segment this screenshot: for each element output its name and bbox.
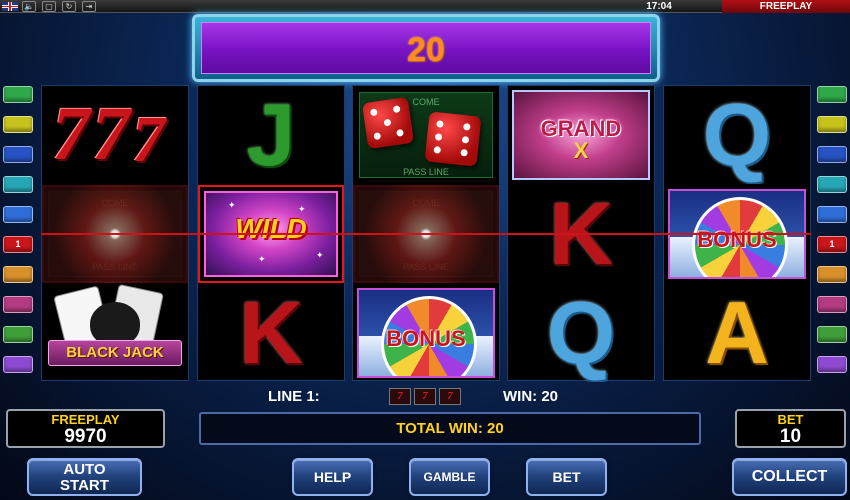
bonus-label: BONUS — [697, 227, 777, 252]
status-bar: 🔈 ▢ ↻ ⇥ 17:04 FREEPLAY — [0, 0, 850, 13]
left-line-indicator-1[interactable] — [3, 86, 33, 103]
wild-label: WILD — [235, 213, 307, 244]
gamble-button[interactable]: GAMBLE — [409, 458, 490, 496]
symbol-dice: COME PASS LINE — [353, 86, 499, 184]
win-display-frame: 20 — [192, 14, 660, 82]
exit-icon[interactable]: ⇥ — [82, 1, 96, 12]
right-line-indicator-6[interactable]: 1 — [817, 236, 847, 253]
symbol-j: J — [246, 86, 296, 184]
total-win-bar: TOTAL WIN: 20 — [199, 412, 701, 445]
left-line-indicator-6[interactable]: 1 — [3, 236, 33, 253]
seven-icon: 7 — [92, 92, 130, 176]
symbol-blackjack: BLACK JACK — [42, 284, 188, 382]
symbol-a: A — [705, 284, 769, 382]
auto-start-button[interactable]: AUTO START — [27, 458, 142, 496]
line-win-label: WIN: 20 — [503, 388, 559, 405]
right-line-indicator-2[interactable] — [817, 116, 847, 133]
die-icon — [362, 97, 414, 149]
left-line-indicator-8[interactable] — [3, 296, 33, 313]
bet-panel: BET 10 — [735, 409, 846, 448]
payline-1 — [41, 233, 811, 235]
clock: 17:04 — [646, 1, 672, 12]
credit-value: 9970 — [64, 426, 107, 447]
symbol-grand-x: GRAND X — [508, 86, 654, 184]
line-number-label: LINE 1: — [268, 388, 320, 405]
symbol-q: Q — [702, 86, 772, 184]
right-line-indicator-8[interactable] — [817, 296, 847, 313]
auto-start-label-line1: AUTO — [63, 461, 106, 478]
left-line-indicator-4[interactable] — [3, 176, 33, 193]
left-line-indicator-9[interactable] — [3, 326, 33, 343]
seven-icon: 7 — [132, 103, 165, 176]
collect-button[interactable]: COLLECT — [732, 458, 847, 496]
right-line-indicator-9[interactable] — [817, 326, 847, 343]
bet-label: BET — [777, 412, 804, 427]
speaker-icon[interactable]: 🔈 — [22, 1, 36, 12]
mode-badge: FREEPLAY — [722, 0, 850, 13]
bet-value: 10 — [779, 426, 802, 447]
credit-label: FREEPLAY — [51, 412, 120, 427]
bonus-label: BONUS — [386, 326, 466, 351]
help-button[interactable]: HELP — [292, 458, 373, 496]
win-display-value: 20 — [201, 22, 651, 74]
fullscreen-icon[interactable]: ▢ — [42, 1, 56, 12]
mini-seven-icon: 7 — [389, 388, 411, 405]
slot-game: 🔈 ▢ ↻ ⇥ 17:04 FREEPLAY 20 1 1 7 7 7 COME… — [0, 0, 850, 500]
right-line-indicator-10[interactable] — [817, 356, 847, 373]
bet-button[interactable]: BET — [526, 458, 607, 496]
right-line-indicator-4[interactable] — [817, 176, 847, 193]
seven-icon: 7 — [52, 92, 90, 176]
symbol-k: K — [239, 284, 303, 382]
left-line-indicator-7[interactable] — [3, 266, 33, 283]
right-line-indicator-3[interactable] — [817, 146, 847, 163]
credit-panel: FREEPLAY 9970 — [6, 409, 165, 448]
right-line-indicator-1[interactable] — [817, 86, 847, 103]
left-line-indicator-2[interactable] — [3, 116, 33, 133]
auto-start-label-line2: START — [60, 477, 109, 494]
left-line-indicator-3[interactable] — [3, 146, 33, 163]
grand-x-letter: X — [573, 138, 589, 163]
die-icon — [424, 111, 482, 167]
mini-seven-icon: 7 — [439, 388, 461, 405]
refresh-icon[interactable]: ↻ — [62, 1, 76, 12]
left-line-indicator-5[interactable] — [3, 206, 33, 223]
symbol-bonus: BONUS — [353, 284, 499, 382]
flag-uk-icon[interactable] — [2, 2, 18, 11]
symbol-seven: 7 7 7 — [42, 86, 188, 184]
left-line-indicator-10[interactable] — [3, 356, 33, 373]
mini-seven-icon: 7 — [414, 388, 436, 405]
blackjack-label: BLACK JACK — [66, 344, 164, 361]
right-line-indicator-7[interactable] — [817, 266, 847, 283]
right-line-indicator-5[interactable] — [817, 206, 847, 223]
symbol-q: Q — [546, 284, 616, 382]
